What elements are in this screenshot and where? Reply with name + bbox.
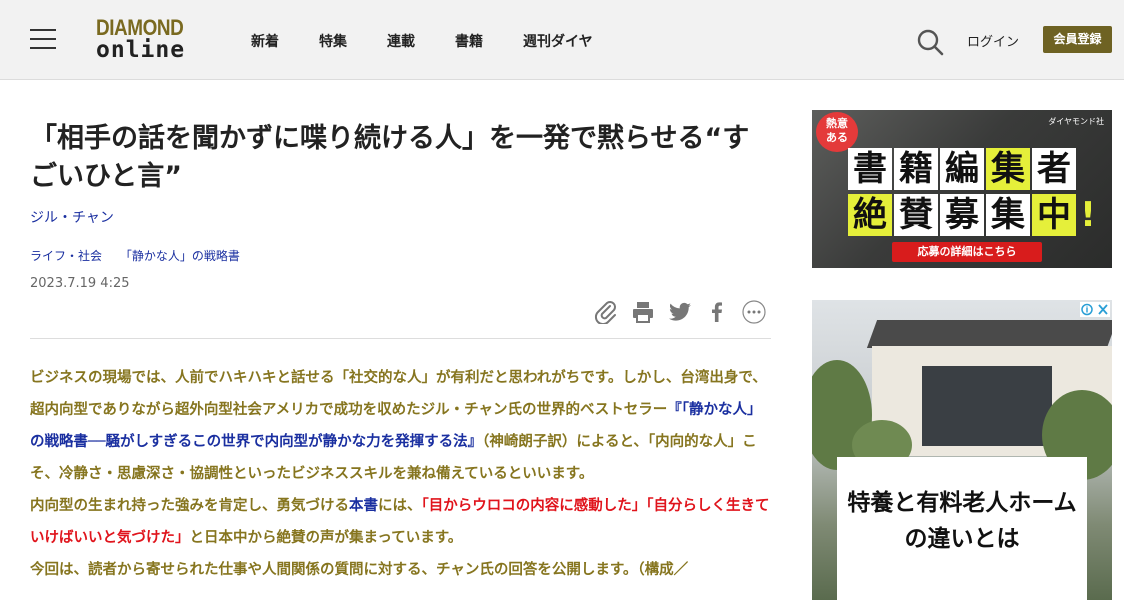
logo-online-text: online	[96, 37, 186, 63]
category-links: ライフ・社会 「静かな人」の戦略書	[30, 247, 240, 264]
ad-cta-button[interactable]: 応募の詳細はこちら	[892, 242, 1042, 262]
nav-item-books[interactable]: 書籍	[455, 31, 483, 51]
ad-publisher: ダイヤモンド社	[1048, 117, 1104, 126]
publish-date: 2023.7.19 4:25	[30, 276, 130, 291]
login-link[interactable]: ログイン	[967, 31, 1019, 50]
site-logo[interactable]: DIAMOND online	[96, 15, 200, 65]
ad-text-card: 特養と有料老人ホームの違いとは	[837, 457, 1087, 600]
nav-item-weekly[interactable]: 週刊ダイヤ	[523, 31, 593, 51]
ad-headline-row-1: 書 籍 編 集 者	[848, 148, 1076, 192]
ad-photo-roof	[866, 320, 1112, 348]
ad-photo-windows	[922, 366, 1052, 446]
adchoices-icon[interactable]: i	[1080, 302, 1110, 317]
category-link[interactable]: ライフ・社会	[30, 249, 102, 263]
nav-item-series[interactable]: 連載	[387, 31, 415, 51]
twitter-icon[interactable]	[668, 300, 692, 324]
paragraph-2: 内向型の生まれ持った強みを肯定し、勇気づける本書には、「目からウロコの内容に感動…	[30, 498, 770, 546]
menu-icon[interactable]	[30, 27, 56, 51]
paragraph-1: ビジネスの現場では、人前でハキハキと話せる「社交的な人」が有利だと思われがちです…	[30, 370, 767, 482]
ad-headline-row-2: 絶 賛 募 集 中 !	[848, 194, 1098, 238]
article-title: 「相手の話を聞かずに喋り続ける人」を一発で黙らせる“すごいひと言”	[30, 123, 750, 192]
nav-item-features[interactable]: 特集	[319, 31, 347, 51]
site-header: DIAMOND online 新着 特集 連載 書籍 週刊ダイヤ ログイン 会員…	[0, 0, 1124, 80]
facebook-icon[interactable]	[705, 300, 729, 324]
nav-item-new[interactable]: 新着	[251, 31, 279, 51]
ad-headline: 特養と有料老人ホームの違いとは	[847, 490, 1077, 552]
divider	[30, 338, 771, 339]
author-link[interactable]: ジル・チャン	[30, 207, 114, 227]
more-icon[interactable]	[742, 300, 766, 324]
svg-text:i: i	[1086, 306, 1089, 315]
clip-icon[interactable]	[594, 300, 618, 324]
series-link[interactable]: 「静かな人」の戦略書	[120, 249, 240, 263]
paragraph-3: 今回は、読者から寄せられた仕事や人間関係の質問に対する、チャン氏の回答を公開しま…	[30, 562, 689, 578]
ad-badge: 熱意 ある	[816, 112, 858, 152]
print-icon[interactable]	[631, 300, 655, 324]
search-icon[interactable]	[916, 28, 944, 56]
ad-banner-nursing-home[interactable]: i 特養と有料老人ホームの違いとは	[812, 300, 1112, 600]
book-link[interactable]: 本書	[349, 498, 378, 514]
register-button[interactable]: 会員登録	[1043, 26, 1112, 53]
article-body: ビジネスの現場では、人前でハキハキと話せる「社交的な人」が有利だと思われがちです…	[30, 362, 772, 586]
ad-banner-recruit[interactable]: 熱意 ある ダイヤモンド社 書 籍 編 集 者 絶 賛 募 集 中 ! 応募の詳…	[812, 110, 1112, 268]
